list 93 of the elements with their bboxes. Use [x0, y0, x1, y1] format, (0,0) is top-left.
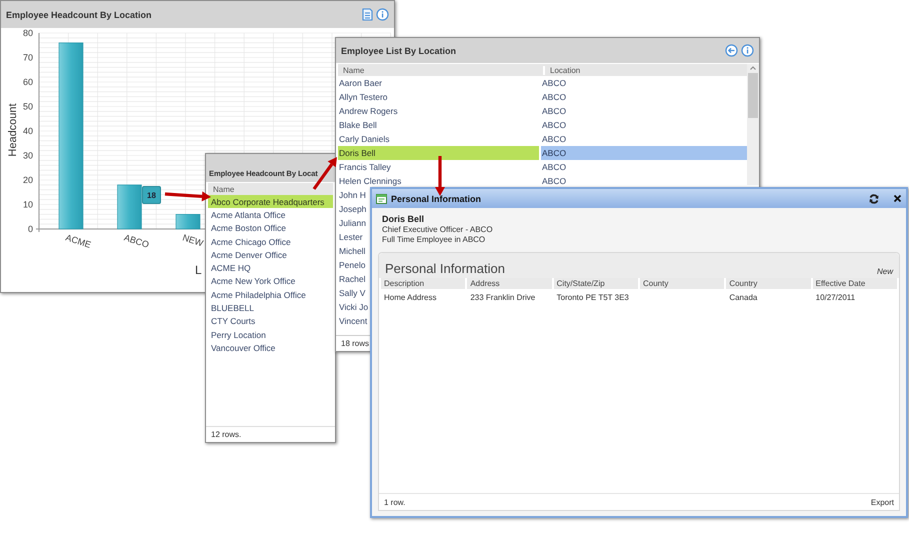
list-row[interactable]: Vancouver Office — [208, 341, 333, 355]
employee-detail: Chief Executive Officer - ABCO — [382, 225, 494, 234]
caret-icon[interactable] — [749, 64, 757, 72]
column-header: Name — [212, 184, 234, 194]
table-cell[interactable]: Penelo — [338, 258, 366, 272]
y-tick-label: 60 — [22, 77, 33, 87]
table-cell[interactable]: ABCO — [541, 104, 747, 118]
table-cell-text: 10/27/2011 — [814, 292, 856, 303]
table-cell[interactable]: Joseph — [338, 202, 366, 216]
table-cell[interactable]: ABCO — [541, 76, 747, 90]
y-tick-label: 80 — [22, 28, 33, 38]
column-header: Effective Date — [812, 278, 897, 289]
table-cell[interactable]: Juliann — [338, 216, 366, 230]
tooltip: 18 — [142, 186, 161, 204]
list-row[interactable]: Acme Denver Office — [208, 248, 333, 262]
list-row[interactable]: Acme Atlanta Office — [208, 208, 333, 222]
column-header: City/State/Zip — [554, 278, 638, 289]
arrow — [164, 191, 211, 202]
y-tick-label: 30 — [22, 150, 33, 160]
table-cell[interactable]: Andrew Rogers — [338, 104, 539, 118]
column-header: County — [640, 278, 724, 289]
table-cell[interactable]: ABCO — [541, 160, 747, 174]
category-label: ABCO — [122, 232, 150, 250]
category-label: ACME — [64, 232, 92, 250]
table-cell[interactable]: Rachel — [338, 272, 366, 286]
table-cell[interactable]: John H — [338, 188, 366, 202]
y-tick-label: 70 — [22, 52, 33, 62]
table-cell[interactable]: Vincent — [338, 314, 368, 328]
refresh-icon[interactable] — [869, 194, 879, 204]
list-row[interactable]: Acme Philadelphia Office — [208, 288, 333, 302]
category-label: NEW — [181, 232, 204, 248]
table-cell[interactable]: ABCO — [541, 174, 747, 188]
column-header: Address — [467, 278, 552, 289]
list-row[interactable]: Abco Corporate Headquarters — [208, 195, 333, 208]
table-cell-text: 233 Franklin Drive — [469, 292, 536, 303]
row-count: 18 rows — [341, 339, 370, 348]
scrollbar[interactable] — [747, 64, 759, 185]
table-cell[interactable]: Doris Bell — [338, 146, 539, 160]
table-cell[interactable]: ABCO — [541, 146, 747, 160]
row-count: 12 rows. — [211, 430, 242, 439]
info-icon[interactable] — [376, 8, 389, 21]
y-tick-label: 10 — [22, 200, 33, 210]
bar[interactable] — [117, 184, 142, 230]
y-tick-label: 20 — [22, 175, 33, 185]
table-cell[interactable]: Aaron Baer — [338, 76, 539, 90]
table-cell[interactable]: Lester — [338, 230, 363, 244]
new-link[interactable]: New — [876, 267, 893, 276]
table-cell[interactable]: Vicki Jo — [338, 300, 368, 314]
bar[interactable] — [58, 42, 84, 230]
column-header: Description — [381, 278, 466, 289]
column-header: Country — [726, 278, 811, 289]
y-tick-label: 40 — [22, 126, 33, 136]
row-count: 1 row. — [384, 498, 406, 507]
table-cell[interactable]: Sally V — [338, 286, 366, 300]
table-cell[interactable]: Helen Clennings — [338, 174, 539, 188]
document-icon[interactable] — [362, 8, 373, 21]
table-cell-text: Home Address — [383, 292, 438, 303]
window-title: Personal Information — [391, 194, 482, 204]
table-cell[interactable]: Blake Bell — [338, 118, 539, 132]
list-row[interactable]: BLUEBELL — [208, 301, 333, 315]
column-header: Name — [342, 66, 366, 74]
list-row[interactable]: CTY Courts — [208, 314, 333, 328]
table-cell[interactable]: Allyn Testero — [338, 90, 539, 104]
list-row[interactable]: Acme Chicago Office — [208, 234, 333, 248]
table-cell-text: Toronto PE T5T 3E3 — [556, 292, 630, 303]
table-cell[interactable]: ABCO — [541, 90, 747, 104]
back-icon[interactable] — [725, 44, 738, 57]
list-row[interactable]: Perry Location — [208, 328, 333, 342]
table-cell-text: Canada — [728, 292, 758, 303]
list-row[interactable]: Acme New York Office — [208, 274, 333, 288]
window-title: Employee Headcount By Location — [6, 10, 152, 20]
table-cell[interactable]: Michell — [338, 244, 366, 258]
table-cell[interactable]: Francis Talley — [338, 160, 539, 174]
bar[interactable] — [176, 214, 200, 230]
y-tick-label: 50 — [22, 102, 33, 112]
list-row[interactable]: ACME HQ — [208, 261, 333, 275]
form-icon — [376, 194, 387, 204]
table-cell[interactable]: Carly Daniels — [338, 132, 539, 146]
employee-name: Doris Bell — [382, 214, 426, 224]
axis-title: Headcount — [7, 103, 19, 157]
scroll-thumb[interactable] — [748, 73, 758, 118]
info-icon[interactable] — [741, 44, 754, 57]
y-tick-label: 0 — [28, 224, 33, 234]
table-cell[interactable]: ABCO — [541, 132, 747, 146]
export-link[interactable]: Export — [870, 498, 894, 507]
axis-title: L — [195, 263, 202, 277]
close-icon[interactable] — [893, 194, 902, 203]
section-title: Personal Information — [385, 261, 505, 276]
list-row[interactable]: Acme Boston Office — [208, 222, 333, 235]
arrow — [435, 156, 445, 196]
table-cell[interactable]: ABCO — [541, 118, 747, 132]
window-title: Employee List By Location — [341, 46, 456, 56]
employee-detail: Full Time Employee in ABCO — [382, 235, 486, 244]
